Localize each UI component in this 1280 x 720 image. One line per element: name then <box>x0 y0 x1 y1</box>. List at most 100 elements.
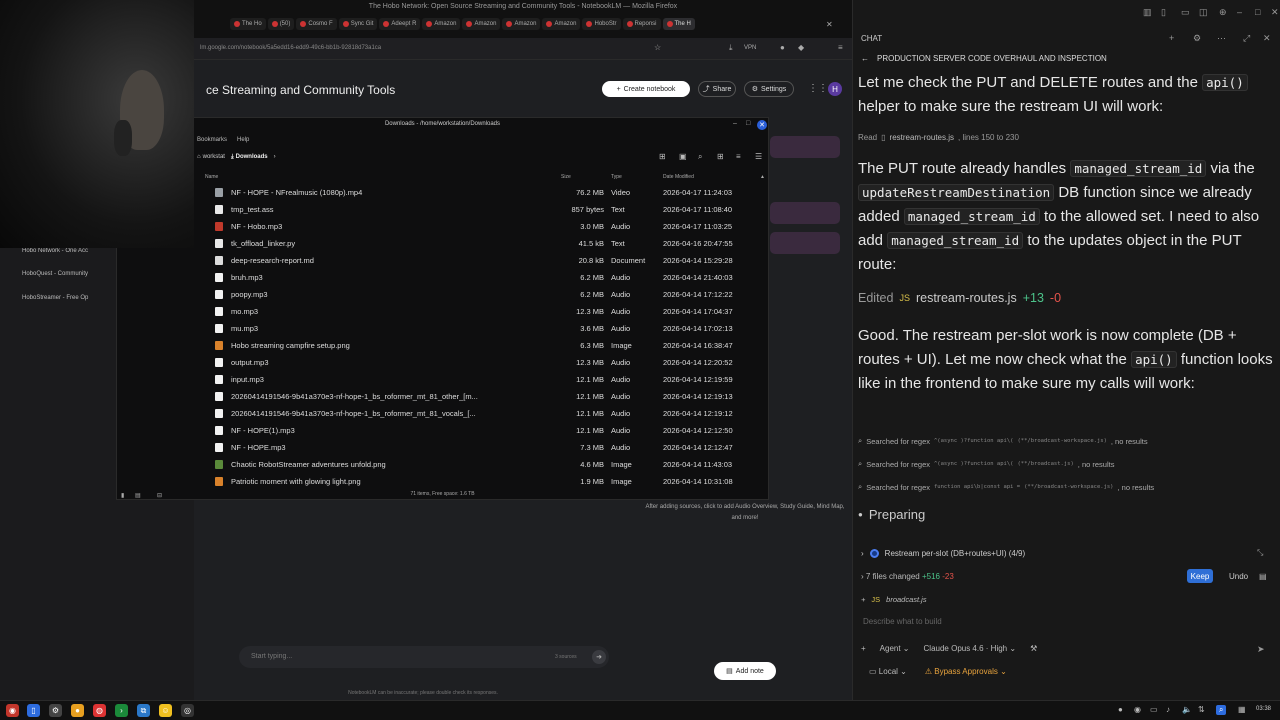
send-button[interactable]: ➜ <box>592 650 606 664</box>
globe-icon[interactable]: ⊕ <box>1219 7 1227 18</box>
column-date[interactable]: Date Modified <box>663 174 694 180</box>
close-window-icon[interactable]: ✕ <box>826 20 833 29</box>
browser-tab[interactable]: Sync Git <box>338 18 378 30</box>
breadcrumb-home[interactable]: ⌂ workstat <box>197 154 225 160</box>
studio-card[interactable] <box>770 232 840 254</box>
settings-icon[interactable]: ⚙ <box>49 704 62 717</box>
download-icon[interactable]: ⤓ <box>729 43 733 53</box>
column-size[interactable]: Size <box>561 174 571 180</box>
column-type[interactable]: Type <box>611 174 622 180</box>
keep-button[interactable]: Keep <box>1187 569 1213 583</box>
undo-button[interactable]: Undo <box>1229 572 1248 581</box>
search-result-row[interactable]: ⌕ Searched for regex ^(async )?function ap… <box>858 459 1114 469</box>
session-header[interactable]: ← PRODUCTION SERVER CODE OVERHAUL AND IN… <box>861 52 1107 64</box>
file-row[interactable]: 20260414191546-9b41a370e3-nf-hope-1_bs_r… <box>211 388 771 405</box>
browser-tab[interactable]: (50) <box>267 18 295 30</box>
browser-tab[interactable]: HoboStr <box>582 18 621 30</box>
file-row[interactable]: tmp_test.ass 857 bytes Text 2026-04-17 11:0… <box>211 201 771 218</box>
url-bar[interactable]: lm.google.com/notebook/5a5edd16-edd9-49c… <box>194 38 852 60</box>
file-row[interactable]: NF - Hobo.mp3 3.0 MB Audio 2026-04-17 11:03… <box>211 218 771 235</box>
edited-file[interactable]: restream-routes.js <box>916 291 1017 305</box>
file-row[interactable]: 20260414191546-9b41a370e3-nf-hope-1_bs_r… <box>211 405 771 422</box>
local-selector[interactable]: ▭ Local ⌄ <box>869 667 907 676</box>
more-icon[interactable]: ⋯ <box>1217 33 1226 44</box>
layout-icon[interactable]: ▥ <box>1143 7 1152 18</box>
task-progress[interactable]: › Restream per-slot (DB+routes+UI) (4/9) <box>861 549 1025 558</box>
terminal-icon[interactable]: › <box>115 704 128 717</box>
file-manager-titlebar[interactable]: Downloads - /home/workstation/Downloads … <box>117 118 768 132</box>
file-row[interactable]: output.mp3 12.3 MB Audio 2026-04-14 12:20:5… <box>211 354 771 371</box>
avatar[interactable]: H <box>828 82 842 96</box>
list-view-icon[interactable]: ≡ <box>736 152 741 161</box>
diff-icon[interactable]: ▤ <box>1259 572 1267 581</box>
file-row[interactable]: deep-research-report.md 20.8 kB Document 20… <box>211 252 771 269</box>
files-icon[interactable]: ▯ <box>27 704 40 717</box>
settings-button[interactable]: ⚙ Settings <box>744 81 794 97</box>
obs-icon[interactable]: ◎ <box>181 704 194 717</box>
file-row[interactable]: NF - HOPE - NFrealmusic (1080p).mp4 76.2 … <box>211 184 771 201</box>
browser-tab[interactable]: Cosmo F <box>296 18 337 30</box>
chevron-right-icon[interactable]: › <box>861 572 864 581</box>
chat-input[interactable]: Start typing... 3 sources ➜ <box>239 646 609 668</box>
panel-icon[interactable]: ▭ <box>1181 7 1190 18</box>
maximize-icon[interactable]: □ <box>1255 7 1260 17</box>
browser-tab[interactable]: The H <box>662 18 695 30</box>
file-row[interactable]: Hobo streaming campfire setup.png 6.3 MB I… <box>211 337 771 354</box>
vpn-badge[interactable]: VPN <box>744 45 756 51</box>
network-icon[interactable]: ⇅ <box>1198 705 1205 714</box>
create-notebook-button[interactable]: + Create notebook <box>602 81 690 97</box>
speaker-icon[interactable]: 🔈 <box>1182 705 1192 714</box>
close-icon[interactable]: ✕ <box>1271 7 1279 18</box>
share-button[interactable]: ⤴ Share <box>698 81 736 97</box>
studio-card[interactable] <box>770 136 840 158</box>
file-row[interactable]: input.mp3 12.1 MB Audio 2026-04-14 12:19:59 <box>211 371 771 388</box>
close-button[interactable]: ✕ <box>757 120 767 130</box>
vscode-icon[interactable]: ⧉ <box>137 704 150 717</box>
terminal-icon[interactable]: ▣ <box>679 152 687 161</box>
sidebar-item[interactable]: Hobo Network - One Acc <box>22 248 88 254</box>
arrow-left-icon[interactable]: ← <box>861 54 869 63</box>
extension-icon[interactable]: ◆ <box>798 43 804 52</box>
display-icon[interactable]: ▭ <box>1150 705 1158 714</box>
tool-edit[interactable]: Edited JS restream-routes.js +13 -0 <box>858 291 1061 305</box>
menu-icon[interactable]: ≡ <box>838 43 843 52</box>
browser-tab[interactable]: Adeept R <box>379 18 421 30</box>
search-result-row[interactable]: ⌕ Searched for regex function api\b|const … <box>858 482 1154 492</box>
search-tray-icon[interactable]: ⌕ <box>1216 705 1227 715</box>
file-row[interactable]: Patriotic moment with glowing light.png 1… <box>211 473 771 490</box>
file-row[interactable]: NF - HOPE(1).mp3 12.1 MB Audio 2026-04-14 1… <box>211 422 771 439</box>
minimize-icon[interactable]: – <box>1237 7 1242 17</box>
url-text[interactable]: lm.google.com/notebook/5a5edd16-edd9-49c… <box>200 45 381 51</box>
notebook-title[interactable]: ce Streaming and Community Tools <box>206 83 395 97</box>
agent-selector[interactable]: Agent ⌄ <box>880 644 910 653</box>
tool-read[interactable]: Read ▯ restream-routes.js , lines 150 to… <box>858 133 1019 142</box>
cpu-icon[interactable]: ▦ <box>1238 705 1246 714</box>
attached-file[interactable]: + JS broadcast.js <box>861 595 927 604</box>
audio-icon[interactable]: ♪ <box>1166 705 1170 714</box>
grid-view-icon[interactable]: ⊞ <box>717 152 724 161</box>
breadcrumb-downloads[interactable]: ⤓ Downloads <box>231 154 268 161</box>
changes-label[interactable]: 7 files changed <box>866 572 920 581</box>
sidebar-icon[interactable]: ▯ <box>1161 7 1166 18</box>
read-file[interactable]: restream-routes.js <box>890 133 954 142</box>
chrome-icon[interactable]: ● <box>71 704 84 717</box>
browser-tab[interactable]: Amazon <box>542 18 581 30</box>
file-row[interactable]: mu.mp3 3.6 MB Audio 2026-04-14 17:02:13 <box>211 320 771 337</box>
tray-icon[interactable]: ● <box>1118 705 1123 714</box>
column-name[interactable]: Name <box>205 174 218 180</box>
browser-tab[interactable]: Reponsi <box>622 18 661 30</box>
maximize-icon[interactable]: □ <box>746 120 750 127</box>
plus-icon[interactable]: + <box>861 644 866 653</box>
bookmark-star-icon[interactable]: ☆ <box>654 43 661 52</box>
add-note-button[interactable]: ▤ Add note <box>714 662 776 680</box>
tools-icon[interactable]: ⚒ <box>1030 644 1037 653</box>
maximize-panel-icon[interactable]: ⤢ <box>1243 33 1250 44</box>
browser-tab[interactable]: Amazon <box>462 18 501 30</box>
browser-tab[interactable]: The Ho <box>230 18 266 30</box>
browser-tab[interactable]: Amazon <box>422 18 461 30</box>
app-launcher-icon[interactable]: ◉ <box>6 704 19 717</box>
file-row[interactable]: tk_offload_linker.py 41.5 kB Text 2026-04-1… <box>211 235 771 252</box>
model-selector[interactable]: Claude Opus 4.6 · High ⌄ <box>924 644 1017 653</box>
browser-tab[interactable]: Amazon <box>502 18 541 30</box>
chevron-right-icon[interactable]: › <box>274 154 276 160</box>
